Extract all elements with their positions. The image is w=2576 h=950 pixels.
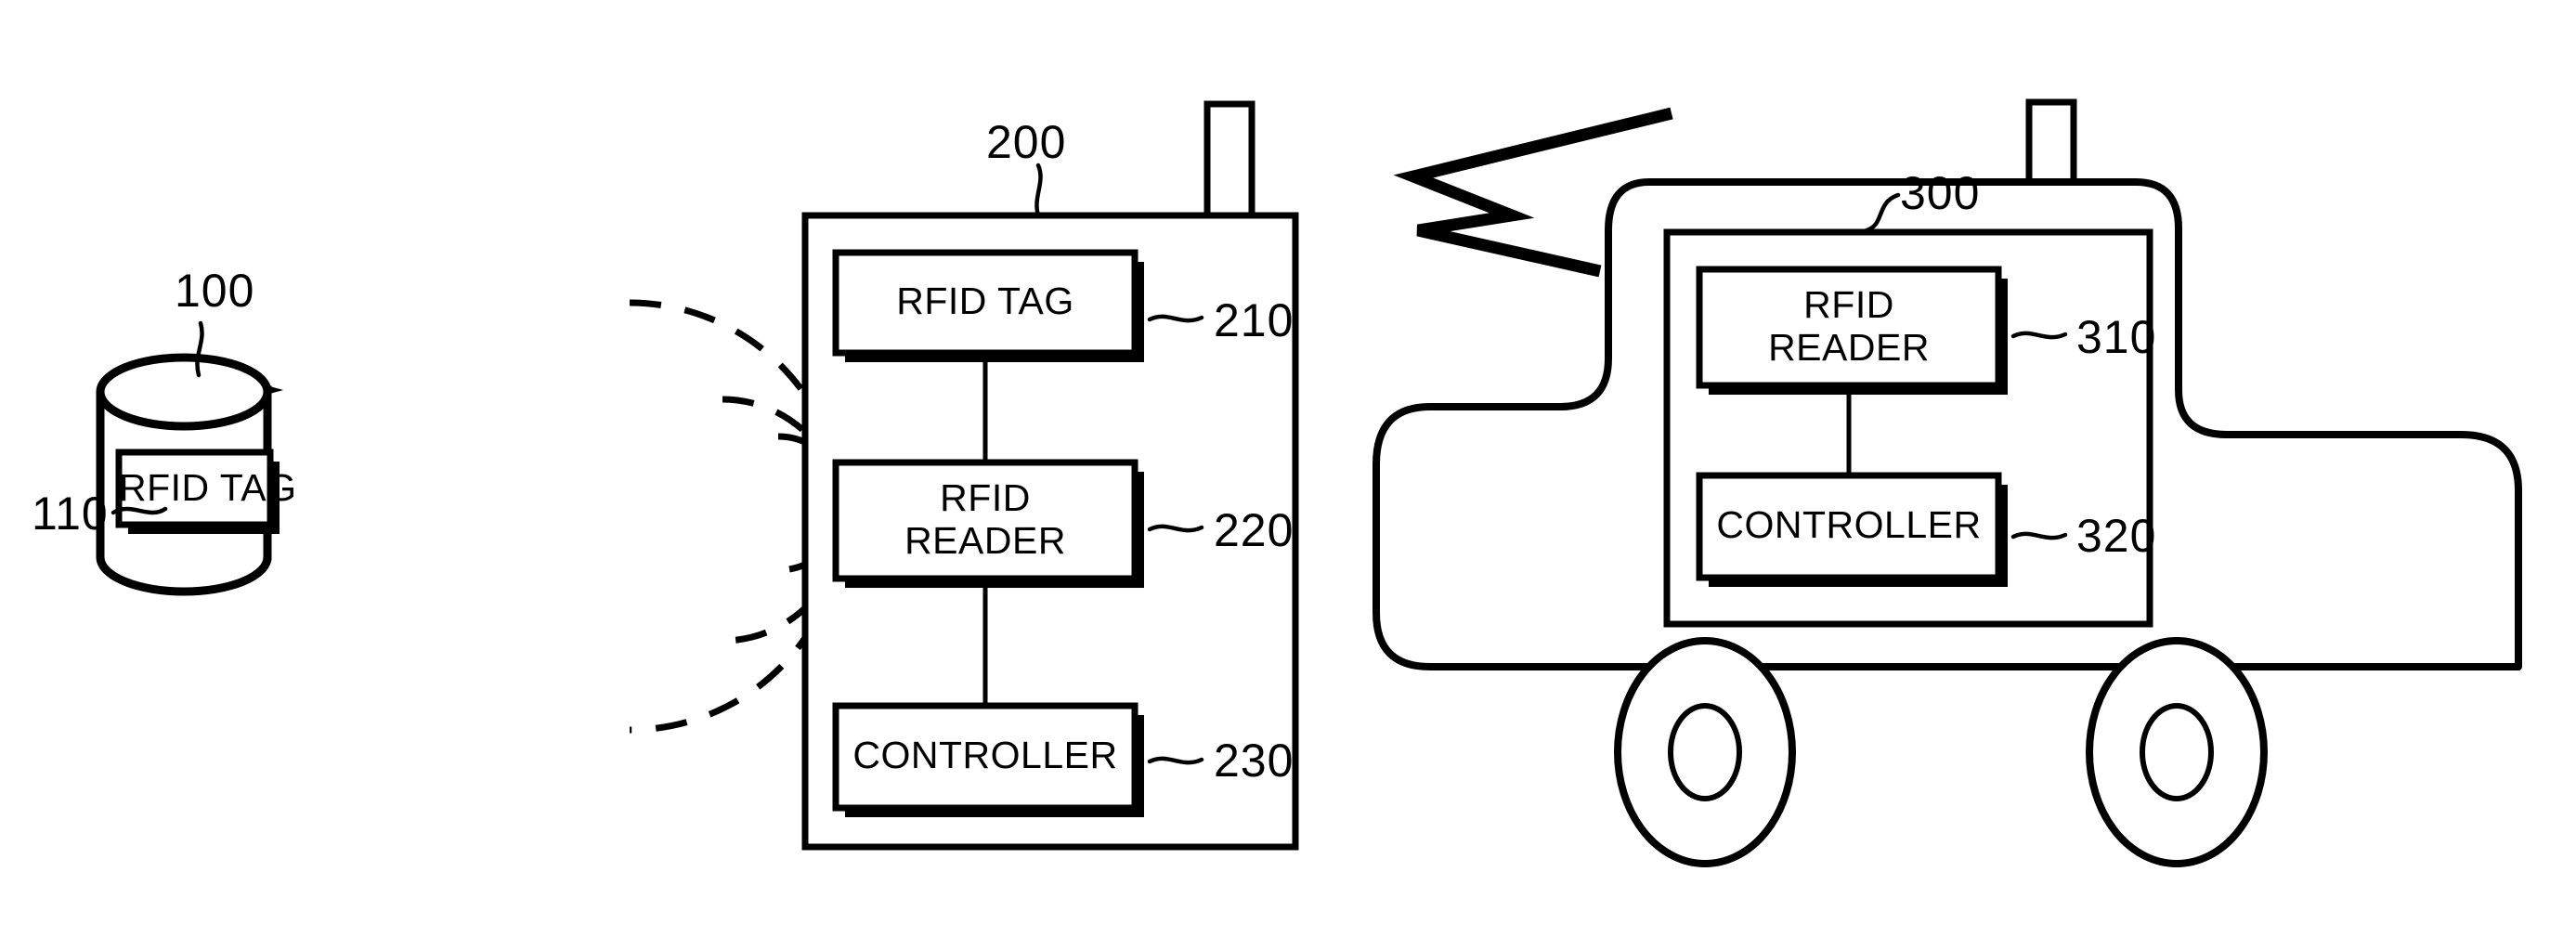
block-220-label-line2: READER [904, 518, 1066, 562]
ref-label-210: 210 [1214, 294, 1295, 346]
block-310-label-line1: RFID [1803, 283, 1894, 326]
wheel-front-inner [1668, 703, 1742, 801]
block-230-label: CONTROLLER [852, 734, 1118, 776]
ref-label-300: 300 [1900, 167, 1981, 219]
ref-label-110: 110 [32, 488, 109, 540]
block-320-label: CONTROLLER [1716, 503, 1982, 546]
ref-label-220: 220 [1214, 504, 1295, 556]
leader-200 [1034, 163, 1043, 218]
patent-figure: 100 110 RFID TAG 200 RFID TAG 210 RFID R… [0, 0, 2576, 950]
ref-label-100: 100 [175, 265, 255, 317]
ref-label-310: 310 [2076, 311, 2157, 363]
block-310-label: RFID READER [1699, 283, 1998, 370]
block-220-label-line1: RFID [940, 476, 1031, 519]
block-110-label: RFID TAG [119, 466, 297, 509]
ref-label-230: 230 [1214, 735, 1295, 787]
antenna-200 [1203, 100, 1255, 221]
wheel-rear-inner [2140, 703, 2214, 801]
ref-label-200: 200 [986, 116, 1067, 168]
block-220-label: RFID READER [836, 476, 1135, 563]
ref-label-320: 320 [2076, 510, 2157, 562]
block-210-label: RFID TAG [896, 280, 1074, 322]
figure-vector-canvas [96, 98, 2522, 867]
block-310-label-line2: READER [1768, 325, 1930, 369]
